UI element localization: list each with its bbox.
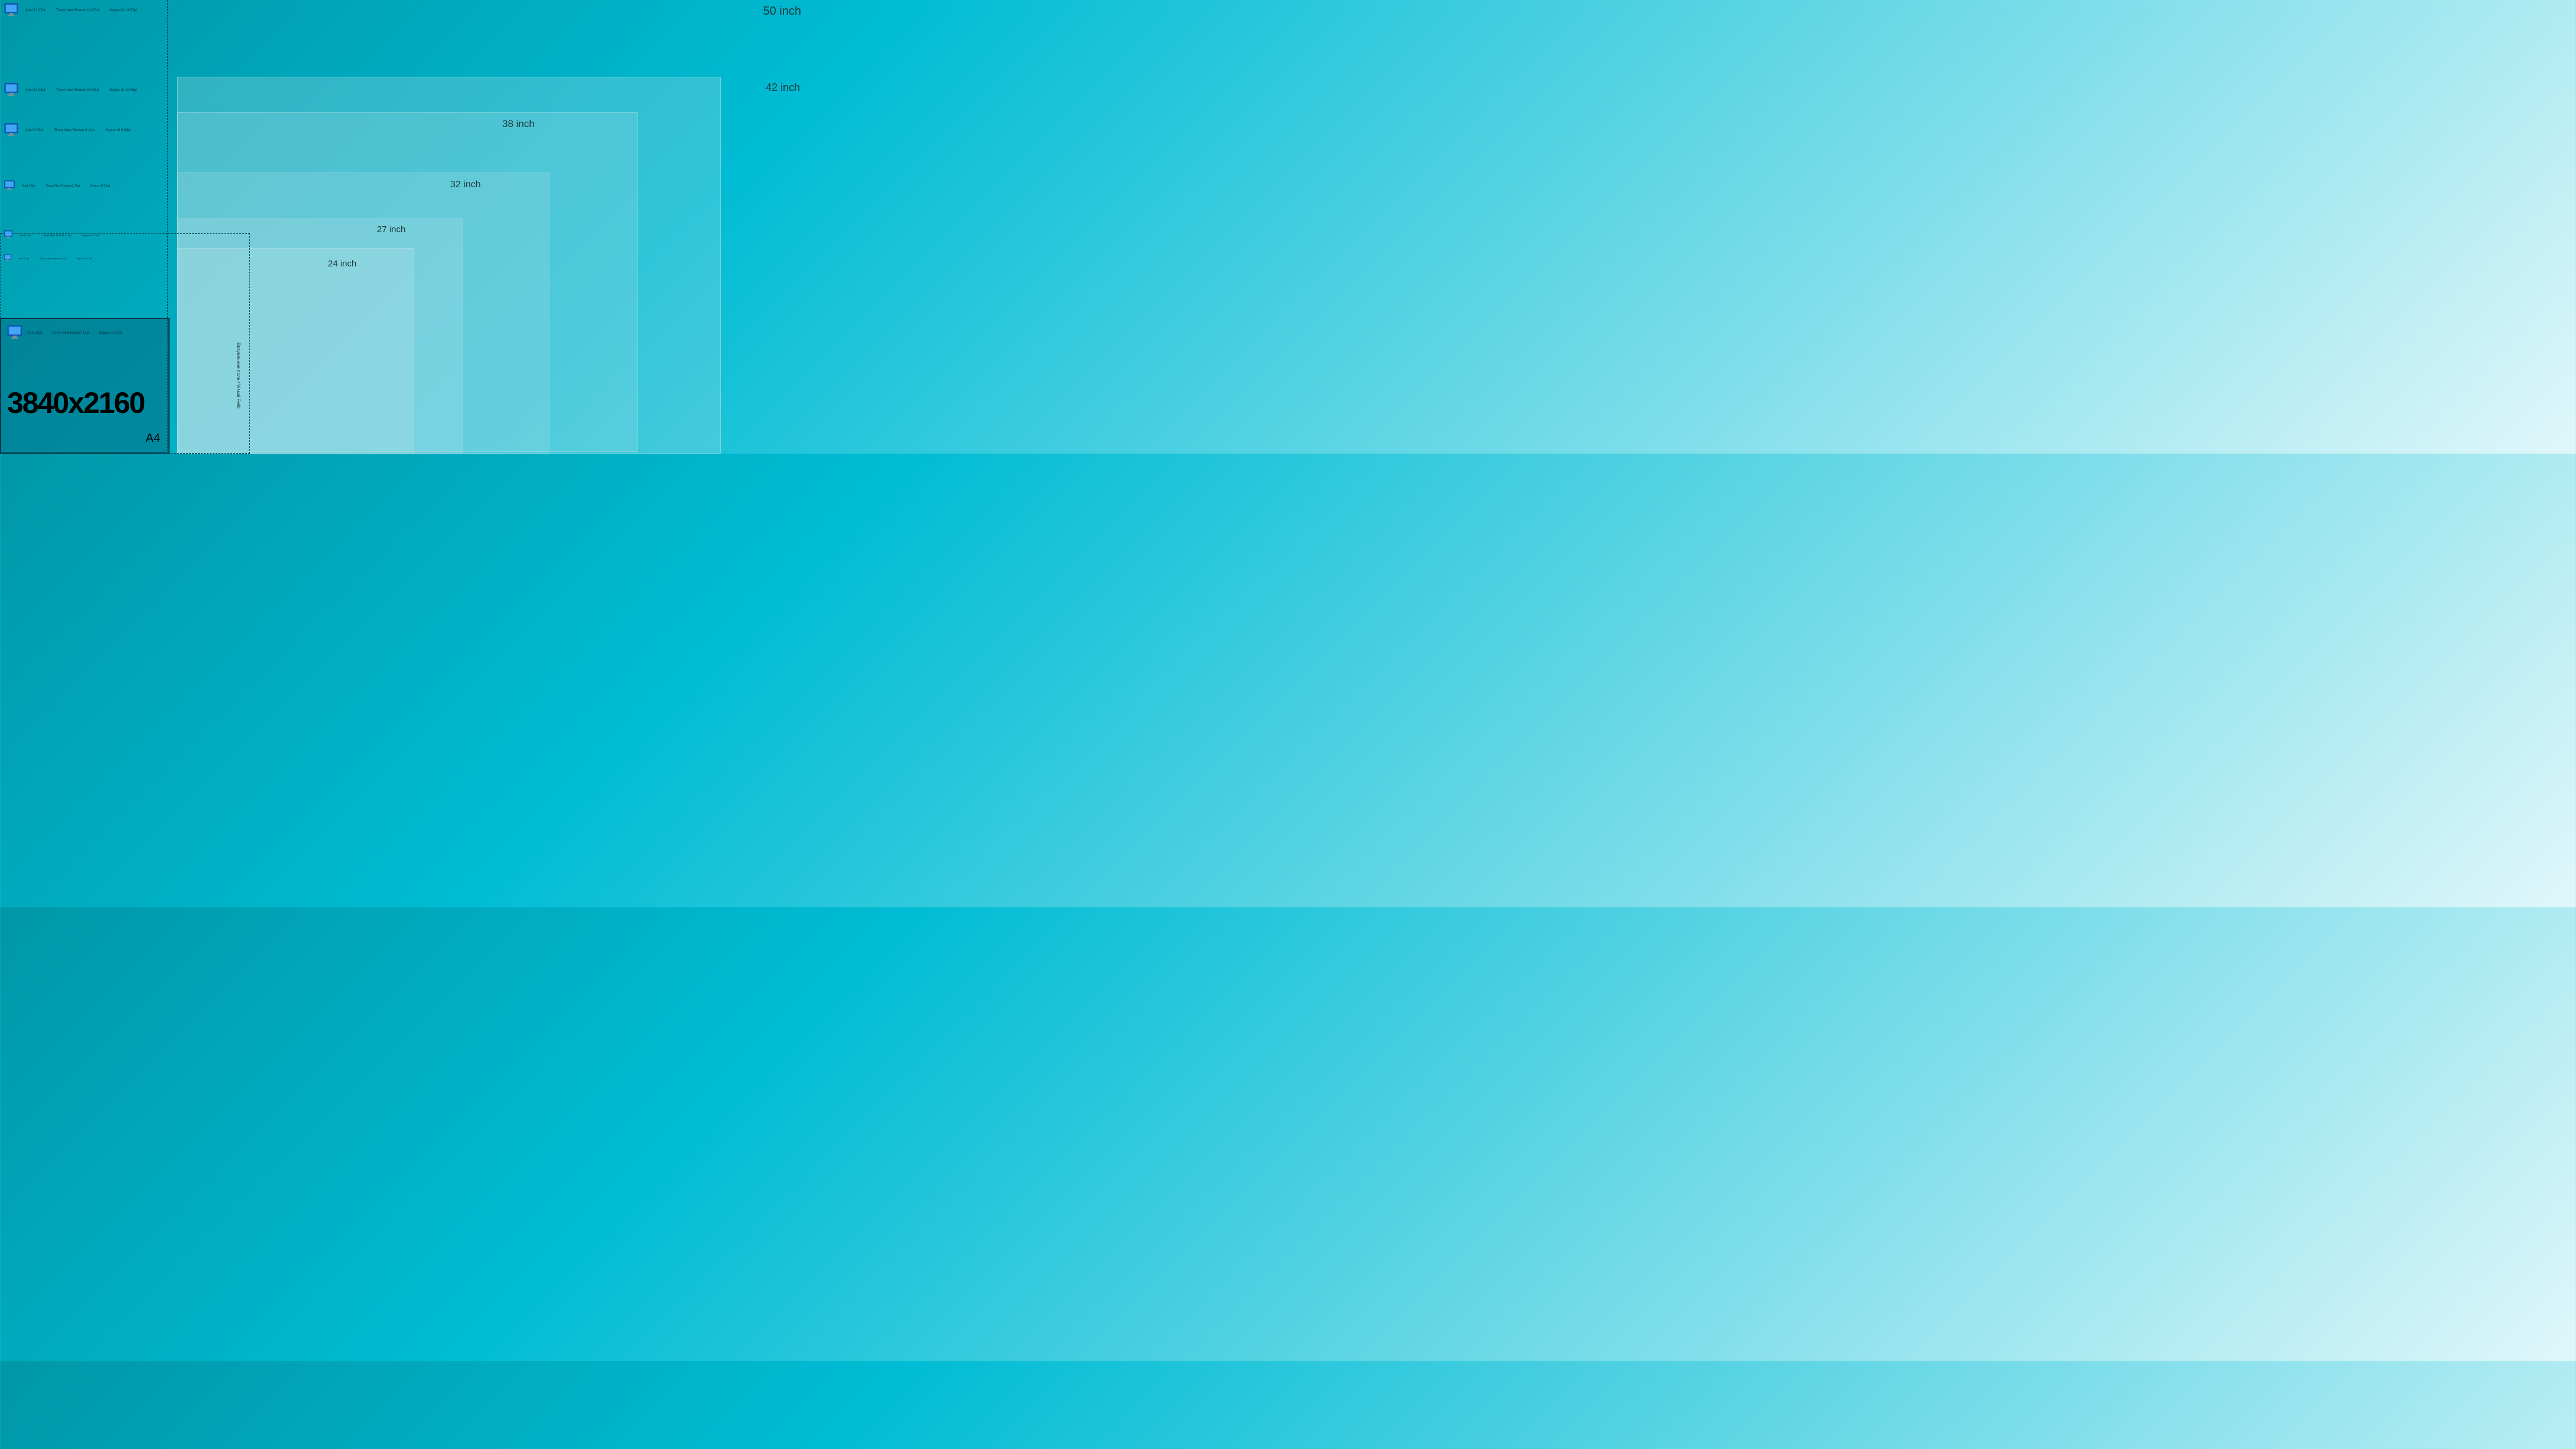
font-times-1: Times New Roman 10.08pt [56,89,99,92]
font-info-2: Arial 9.09pt Times New Roman 9.11pt Sego… [25,129,131,132]
monitor-icon-0 [3,3,19,18]
monitor-icon-5 [3,254,12,262]
visual-field-label: Визуальное поле / Visual Field [236,343,241,409]
font-arial-1: Arial 10.08pt [25,89,45,92]
font-segoe-3: Segoe UI 6.5pt [90,184,110,188]
font-arial-3: Arial 6.5pt [22,184,35,188]
label-38inch: 38 inch [502,118,535,130]
monitor-row-5: Arial 4.7pt Times New Roman 4.7pt Segoe … [3,254,92,262]
bottom-monitor-row: Arial 12pt Times New Roman 12pt Segoe UI… [6,325,122,341]
monitor-icon-3 [3,180,16,192]
font-segoe-5: Segoe UI 4.7pt [76,257,92,260]
font-arial-5: Arial 4.7pt [18,257,29,260]
font-arial-0: Arial 13.07pt [25,9,45,12]
monitor-icon-bottom [6,325,24,341]
font-arial-4: Arial 5.2pt [19,234,31,237]
monitor-icon-1 [3,83,19,98]
label-24inch: 24 inch [328,259,356,269]
label-32inch: 32 inch [450,180,481,190]
monitor-icon-2 [3,123,19,138]
monitor-row-2: Arial 9.09pt Times New Roman 9.11pt Sego… [3,123,131,138]
font-info-4: Arial 5.2pt Times New Roman 5.2pt Segoe … [19,234,100,237]
font-segoe-0: Segoe UI 13.07pt [109,9,137,12]
font-segoe-4: Segoe UI 5.2pt [82,234,100,237]
screen-24-rect [177,248,414,454]
font-segoe-bottom: Segoe UI 12pt [99,331,122,335]
font-info-1: Arial 10.08pt Times New Roman 10.08pt Se… [25,89,137,92]
monitor-icon-4 [3,230,14,240]
font-arial-bottom: Arial 12pt [27,331,42,335]
font-times-4: Times New Roman 5.2pt [42,234,71,237]
resolution-text: 3840x2160 [7,386,144,420]
font-times-5: Times New Roman 4.7pt [40,257,66,260]
font-info-5: Arial 4.7pt Times New Roman 4.7pt Segoe … [18,257,92,260]
label-27inch: 27 inch [377,224,405,235]
font-arial-2: Arial 9.09pt [25,129,43,132]
bottom-font-labels: Arial 12pt Times New Roman 12pt Segoe UI… [27,331,122,335]
font-info-3: Arial 6.5pt Times New Roman 6.71pt Segoe… [22,184,110,188]
font-info-0: Arial 13.07pt Times New Roman 13.07pt Se… [25,9,137,12]
font-times-bottom: Times New Roman 12pt [51,331,89,335]
font-segoe-2: Segoe UI 9.09pt [105,129,131,132]
resolution-box: Arial 12pt Times New Roman 12pt Segoe UI… [0,318,170,454]
label-42inch: 42 inch [766,82,800,94]
font-times-2: Times New Roman 9.11pt [54,129,95,132]
label-50inch: 50 inch [763,5,802,18]
font-times-3: Times New Roman 6.71pt [46,184,80,188]
monitor-row-0: Arial 13.07pt Times New Roman 13.07pt Se… [3,3,137,18]
monitor-row-3: Arial 6.5pt Times New Roman 6.71pt Segoe… [3,180,110,192]
monitor-row-4: Arial 5.2pt Times New Roman 5.2pt Segoe … [3,230,100,240]
font-times-0: Times New Roman 13.07pt [56,9,99,12]
font-segoe-1: Segoe UI 10.08pt [109,89,137,92]
monitor-row-1: Arial 10.08pt Times New Roman 10.08pt Se… [3,83,137,98]
a4-label: A4 [146,432,160,445]
